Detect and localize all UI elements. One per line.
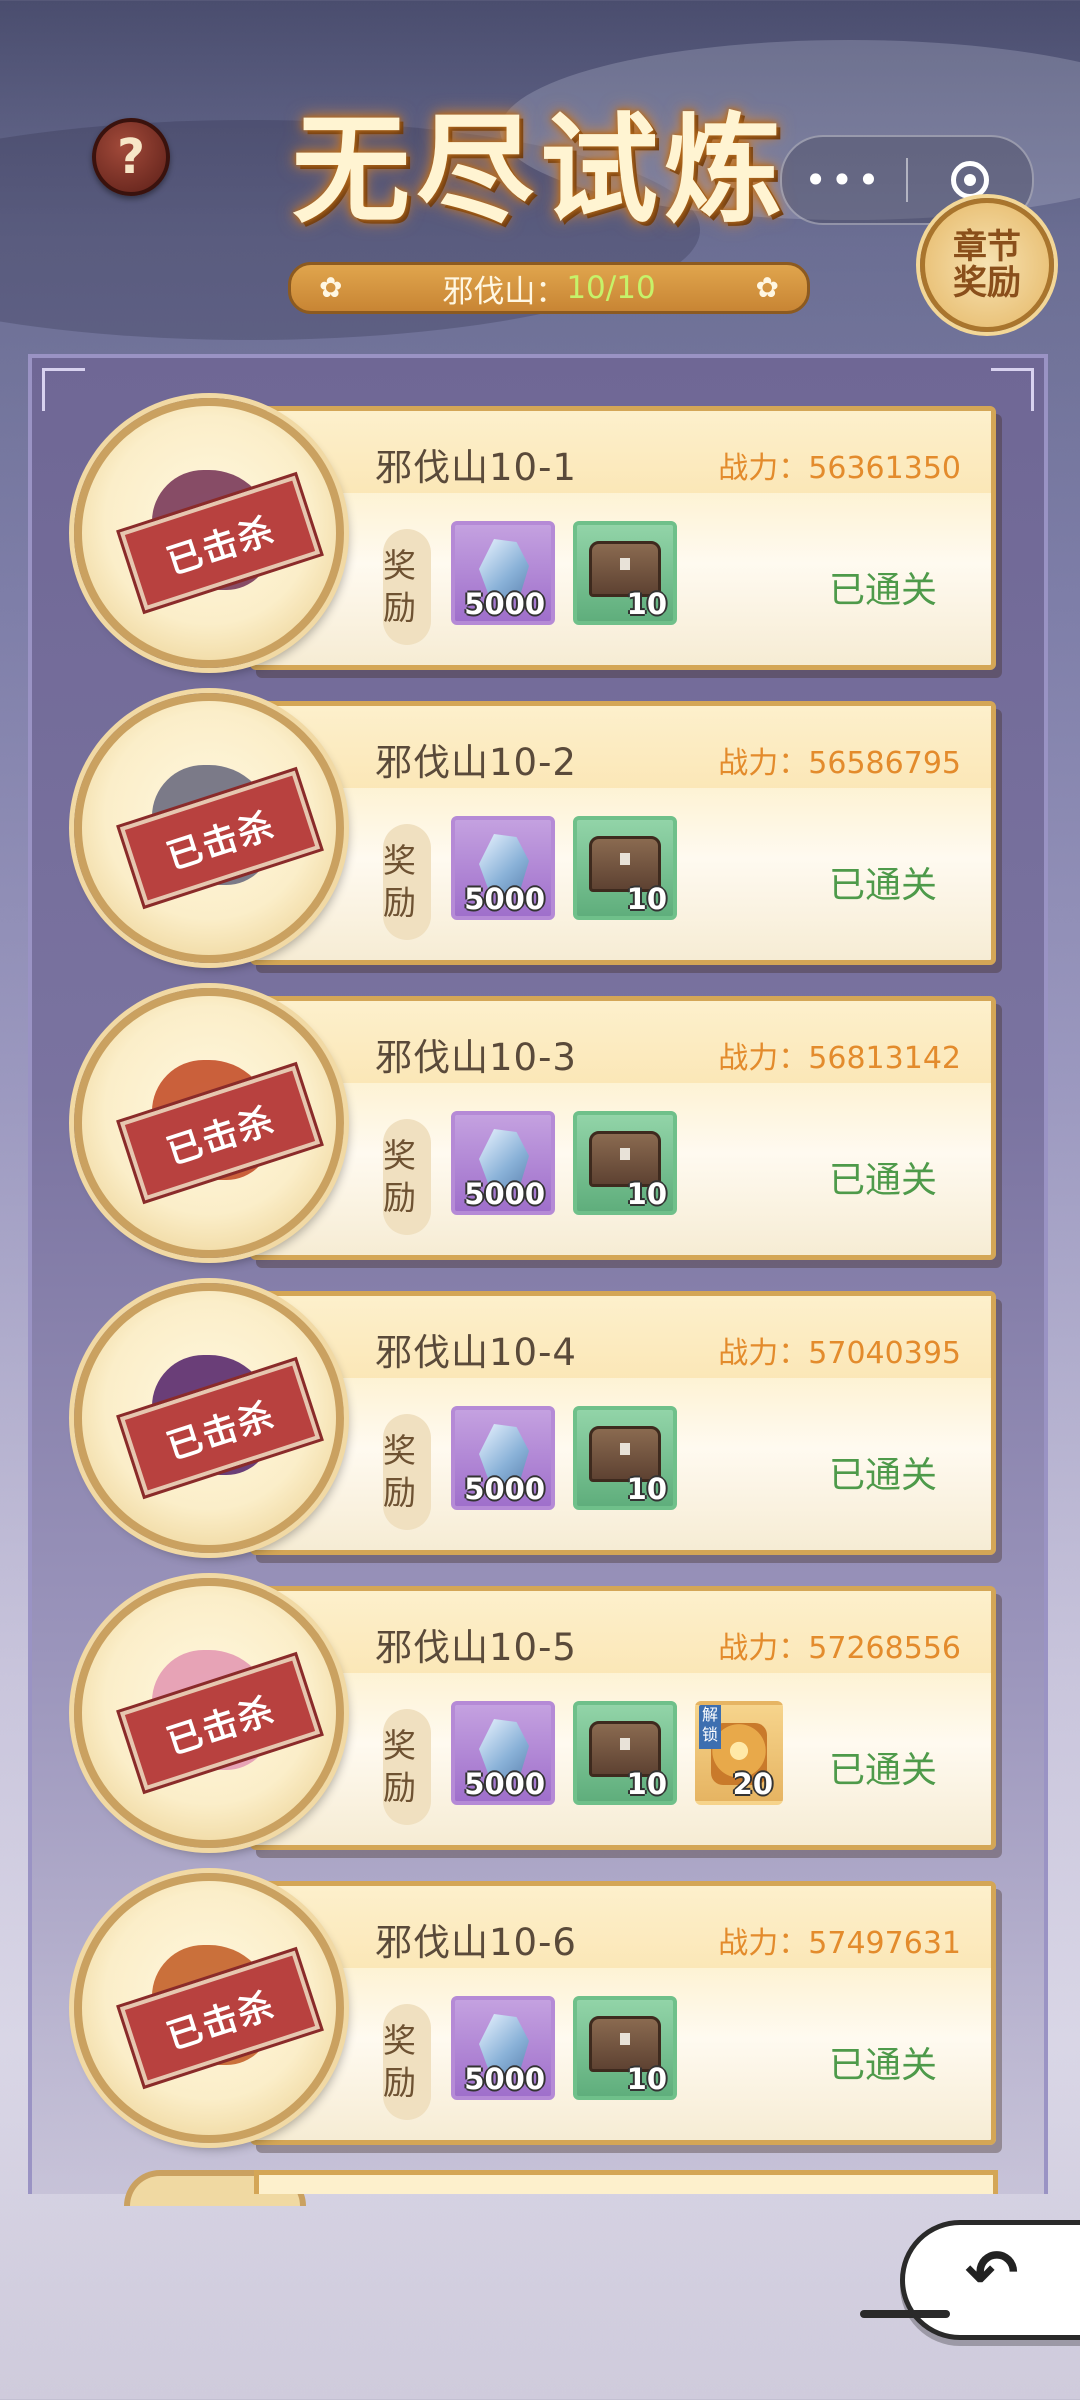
reward-count: 5000 [464, 1177, 545, 1211]
stage-name: 邪伐山10-6 [375, 1921, 577, 1964]
more-menu-button[interactable]: ••• [782, 158, 906, 202]
reward-gem[interactable]: 5000 [451, 1406, 555, 1510]
chapter-reward-label: 章节奖励 [953, 227, 1021, 303]
reward-gem[interactable]: 5000 [451, 1111, 555, 1215]
boss-avatar[interactable]: 已击杀 [74, 1283, 344, 1553]
chapter-reward-button[interactable]: 章节奖励 [920, 198, 1054, 332]
reward-count: 10 [626, 882, 667, 916]
reward-chest[interactable]: 10 [573, 1996, 677, 2100]
reward-count: 5000 [464, 882, 545, 916]
reward-chest[interactable]: 10 [573, 1111, 677, 1215]
flower-icon: ✿ [755, 271, 779, 304]
stage-card-partial [254, 2170, 998, 2194]
reward-chest[interactable]: 10 [573, 816, 677, 920]
stage-power: 战力：57040395 [718, 1336, 961, 1371]
stage-name: 邪伐山10-4 [375, 1331, 577, 1374]
reward-chest[interactable]: 10 [573, 521, 677, 625]
stage-status: 已通关 [828, 2045, 937, 2086]
progress-value: 10/10 [566, 270, 656, 306]
stage-name: 邪伐山10-1 [375, 446, 577, 489]
stage-name: 邪伐山10-5 [375, 1626, 577, 1669]
decorative-stroke [860, 2310, 950, 2318]
stage-card-body: 邪伐山10-5 战力：57268556 奖励 5000 10 解锁 20 已通关 [250, 1586, 996, 1850]
boss-avatar[interactable]: 已击杀 [74, 1873, 344, 2143]
unlock-tag: 解锁 [699, 1705, 721, 1749]
help-button[interactable]: ? [92, 118, 170, 196]
stage-card[interactable]: 邪伐山10-4 战力：57040395 奖励 5000 10 已通关 已击杀 [0, 1283, 1080, 1563]
page-title: 无尽试炼 [291, 100, 788, 239]
reward-count: 5000 [464, 587, 545, 621]
reward-count: 10 [626, 2062, 667, 2096]
reward-label: 奖励 [383, 529, 431, 645]
target-icon [951, 161, 989, 199]
boss-avatar[interactable]: 已击杀 [74, 398, 344, 668]
reward-count: 5000 [464, 2062, 545, 2096]
flower-icon: ✿ [319, 271, 343, 304]
stage-status: 已通关 [828, 865, 937, 906]
stage-power: 战力：57497631 [718, 1926, 961, 1961]
stage-card-body: 邪伐山10-1 战力：56361350 奖励 5000 10 已通关 [250, 406, 996, 670]
reward-count: 20 [732, 1767, 773, 1801]
stage-power: 战力：56586795 [718, 746, 961, 781]
stage-power: 战力：56813142 [718, 1041, 961, 1076]
reward-label: 奖励 [383, 2004, 431, 2120]
stage-name: 邪伐山10-3 [375, 1036, 577, 1079]
reward-chest[interactable]: 10 [573, 1406, 677, 1510]
reward-gem[interactable]: 5000 [451, 521, 555, 625]
reward-count: 10 [626, 587, 667, 621]
stage-status: 已通关 [828, 1160, 937, 1201]
chapter-progress-bar: ✿ 邪伐山： 10/10 ✿ [288, 262, 810, 314]
stage-card-body: 邪伐山10-2 战力：56586795 奖励 5000 10 已通关 [250, 701, 996, 965]
stage-card[interactable]: 邪伐山10-2 战力：56586795 奖励 5000 10 已通关 已击杀 [0, 693, 1080, 973]
question-icon: ? [117, 129, 145, 185]
stage-card-body: 邪伐山10-6 战力：57497631 奖励 5000 10 已通关 [250, 1881, 996, 2145]
reward-count: 10 [626, 1177, 667, 1211]
stage-status: 已通关 [828, 1455, 937, 1496]
reward-label: 奖励 [383, 1119, 431, 1235]
reward-chest[interactable]: 10 [573, 1701, 677, 1805]
stage-name: 邪伐山10-2 [375, 741, 577, 784]
boss-avatar[interactable]: 已击杀 [74, 1578, 344, 1848]
stage-power: 战力：56361350 [718, 451, 961, 486]
reward-count: 10 [626, 1472, 667, 1506]
stage-status: 已通关 [828, 570, 937, 611]
boss-avatar[interactable]: 已击杀 [74, 693, 344, 963]
reward-gem[interactable]: 5000 [451, 1701, 555, 1805]
reward-gem[interactable]: 5000 [451, 1996, 555, 2100]
stage-status: 已通关 [828, 1750, 937, 1791]
reward-gem[interactable]: 5000 [451, 816, 555, 920]
stage-card[interactable]: 邪伐山10-6 战力：57497631 奖励 5000 10 已通关 已击杀 [0, 1873, 1080, 2153]
reward-count: 5000 [464, 1472, 545, 1506]
stage-card[interactable]: 邪伐山10-5 战力：57268556 奖励 5000 10 解锁 20 已通关… [0, 1578, 1080, 1858]
back-arrow-icon: ↶ [965, 2237, 1019, 2311]
stage-card-body: 邪伐山10-4 战力：57040395 奖励 5000 10 已通关 [250, 1291, 996, 1555]
stage-card[interactable]: 邪伐山10-1 战力：56361350 奖励 5000 10 已通关 已击杀 [0, 398, 1080, 678]
progress-label: 邪伐山： [442, 273, 567, 310]
stage-power: 战力：57268556 [718, 1631, 961, 1666]
reward-label: 奖励 [383, 1414, 431, 1530]
reward-label: 奖励 [383, 824, 431, 940]
boss-avatar[interactable]: 已击杀 [74, 988, 344, 1258]
stage-card[interactable]: 邪伐山10-3 战力：56813142 奖励 5000 10 已通关 已击杀 [0, 988, 1080, 1268]
back-button[interactable]: ↶ [900, 2220, 1080, 2340]
close-miniprogram-button[interactable] [908, 161, 1032, 199]
reward-count: 5000 [464, 1767, 545, 1801]
reward-label: 奖励 [383, 1709, 431, 1825]
reward-scroll[interactable]: 解锁 20 [695, 1701, 783, 1805]
stage-list[interactable]: 邪伐山10-1 战力：56361350 奖励 5000 10 已通关 已击杀 邪… [0, 390, 1080, 2190]
reward-count: 10 [626, 1767, 667, 1801]
stage-card-body: 邪伐山10-3 战力：56813142 奖励 5000 10 已通关 [250, 996, 996, 1260]
